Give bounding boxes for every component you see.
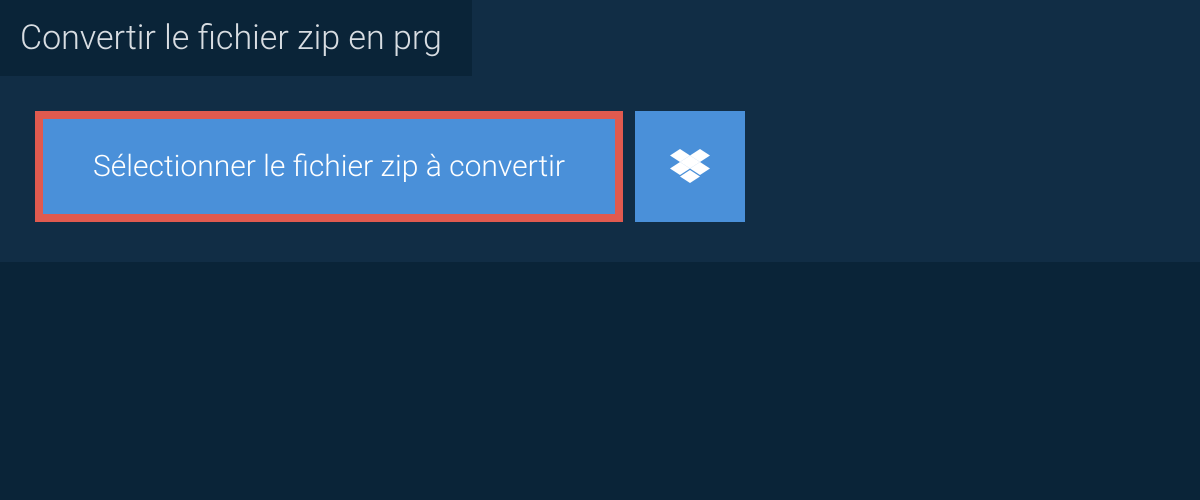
converter-panel: Convertir le fichier zip en prg Sélectio… <box>0 0 1200 262</box>
select-file-button[interactable]: Sélectionner le fichier zip à convertir <box>35 111 623 222</box>
dropbox-icon <box>670 149 710 185</box>
page-title: Convertir le fichier zip en prg <box>20 18 442 58</box>
dropbox-button[interactable] <box>635 111 745 222</box>
title-bar: Convertir le fichier zip en prg <box>0 0 472 76</box>
button-row: Sélectionner le fichier zip à convertir <box>0 76 1200 222</box>
select-file-label: Sélectionner le fichier zip à convertir <box>93 149 565 184</box>
